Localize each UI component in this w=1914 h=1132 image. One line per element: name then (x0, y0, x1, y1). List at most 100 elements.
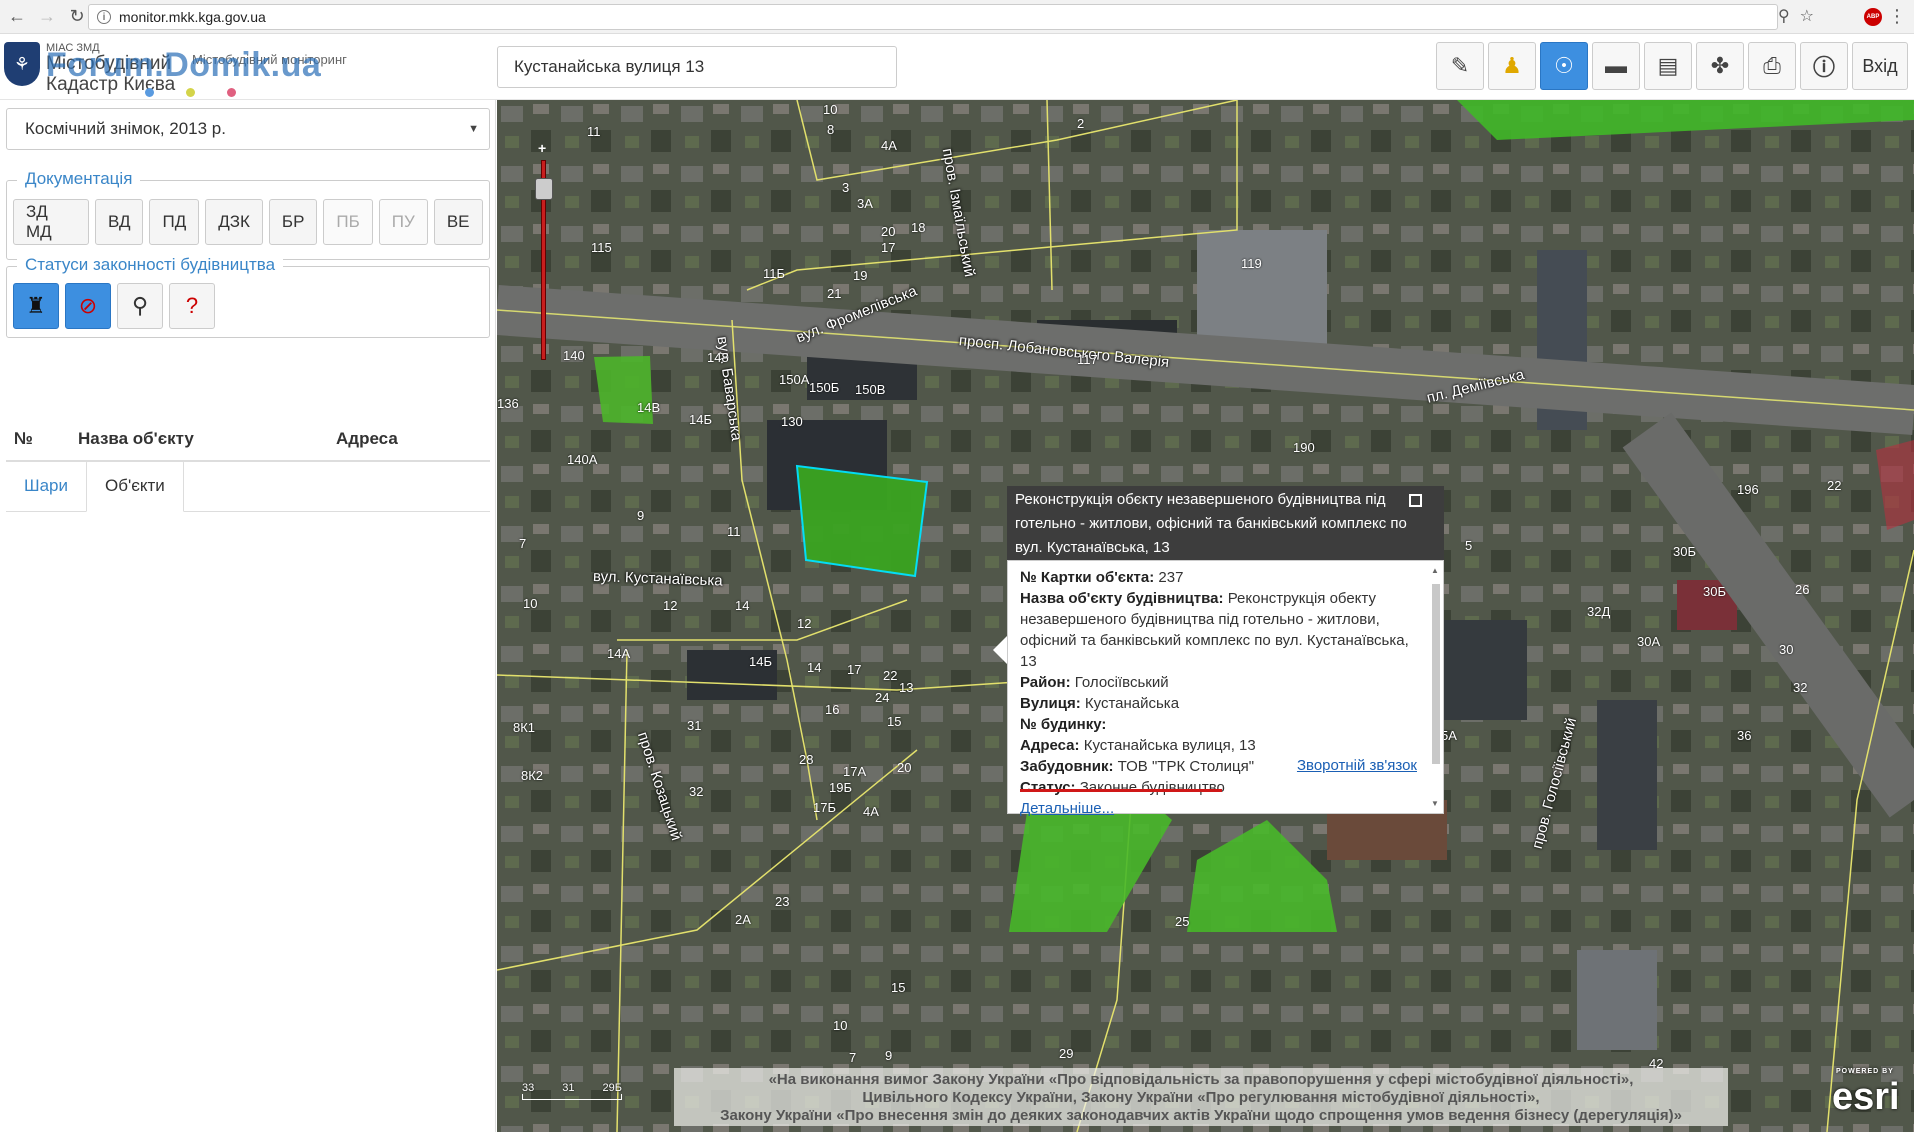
building-label: 9 (885, 1048, 893, 1063)
doc-button-br[interactable]: БР (268, 199, 318, 245)
measure-icon[interactable]: ▬ (1592, 42, 1640, 90)
field-label: № будинку: (1020, 716, 1107, 733)
layers-icon[interactable]: ▤ (1644, 42, 1692, 90)
building-label: 7 (519, 536, 527, 551)
doc-button-pb[interactable]: ПБ (323, 199, 373, 245)
locate-icon[interactable]: ✤ (1696, 42, 1744, 90)
building-label: 150А (779, 372, 810, 387)
building-label: 17А (843, 764, 867, 779)
details-link[interactable]: Детальніше... (1020, 800, 1114, 817)
building-label: 130 (781, 414, 803, 429)
building-label: 22 (1827, 478, 1842, 493)
maximize-icon[interactable] (1409, 494, 1422, 507)
building-label: 20 (881, 224, 896, 239)
building-label: 30Б (1703, 584, 1726, 599)
column-number[interactable]: № (6, 429, 78, 449)
scale-label: 31 (562, 1082, 575, 1094)
zoom-icon[interactable]: ⚲ (1778, 6, 1790, 26)
star-icon[interactable]: ☆ (1800, 6, 1814, 26)
zoom-in-icon[interactable]: + (538, 140, 546, 156)
scale-label: 33 (522, 1082, 535, 1094)
address-bar[interactable]: i monitor.mkk.kga.gov.ua (88, 4, 1778, 30)
popup-body: № Картки об'єкта: 237 Назва об'єкту буді… (1007, 560, 1444, 817)
logo-dots (145, 88, 236, 97)
scroll-up-icon[interactable]: ▲ (1431, 566, 1439, 575)
map-toolbar: ✎ ♟ ☉ ▬ ▤ ✤ ⎙ ⓘ Вхід (1436, 38, 1914, 94)
url-text: monitor.mkk.kga.gov.ua (119, 9, 266, 25)
unknown-status-icon[interactable]: ? (169, 283, 215, 329)
login-button[interactable]: Вхід (1852, 42, 1908, 90)
building-label: 10 (833, 1018, 848, 1033)
column-address[interactable]: Адреса (336, 429, 486, 449)
legal-construction-icon[interactable]: ♜ (13, 283, 59, 329)
print-icon[interactable]: ⎙ (1748, 42, 1796, 90)
doc-button-pu[interactable]: ПУ (378, 199, 428, 245)
building-label: 19Б (829, 780, 852, 795)
building-label: 117 (1077, 352, 1098, 367)
edit-icon[interactable]: ✎ (1436, 42, 1484, 90)
adblock-icon[interactable]: ABP (1864, 8, 1882, 26)
search-input[interactable] (497, 46, 897, 88)
field-label: Район: (1020, 674, 1071, 691)
building-label: 2 (1077, 116, 1085, 131)
building-label: 30Б (1673, 544, 1696, 559)
search-icon[interactable]: ⚲ (117, 283, 163, 329)
doc-button-pd[interactable]: ПД (149, 199, 200, 245)
doc-button-zdmd[interactable]: ЗД МД (13, 199, 89, 245)
scroll-down-icon[interactable]: ▼ (1431, 799, 1439, 808)
scale-bar: 33 31 29Б (522, 1082, 622, 1100)
doc-button-ve[interactable]: ВЕ (433, 199, 483, 245)
popup-scrollbar[interactable]: ▲ ▼ (1431, 564, 1441, 808)
building-label: 15 (891, 980, 906, 995)
column-name[interactable]: Назва об'єкту (78, 429, 336, 449)
status-legend: Статуси законності будівництва (17, 255, 284, 275)
info-circle-icon[interactable]: ⓘ (1800, 42, 1848, 90)
field-label: Вулиця: (1020, 695, 1081, 712)
building-label: 16 (825, 702, 840, 717)
status-value: Законне будівництво (1079, 779, 1225, 796)
building-label: 32 (689, 784, 704, 799)
doc-button-dzk[interactable]: ДЗК (205, 199, 263, 245)
forward-icon[interactable]: → (34, 4, 60, 30)
tab-objects[interactable]: Об'єкти (86, 460, 184, 512)
building-label: 3 (842, 180, 850, 195)
reload-icon[interactable]: ↻ (64, 4, 90, 30)
field-label: Забудовник: (1020, 758, 1114, 775)
building-label: 8К1 (513, 720, 536, 735)
identify-icon[interactable]: ☉ (1540, 42, 1588, 90)
building-label: 14 (735, 598, 750, 613)
building-label: 148 (707, 350, 729, 365)
info-icon[interactable]: i (97, 10, 111, 24)
building-label: 5 (1465, 538, 1473, 553)
legality-status-group: Статуси законності будівництва ♜ ⊘ ⚲ ? (6, 255, 490, 338)
browser-menu-icon[interactable]: ⋮ (1888, 6, 1906, 27)
basemap-select[interactable]: Космічний знімок, 2013 р. ▼ (6, 108, 490, 150)
building-label: 119 (1241, 256, 1262, 271)
esri-powered-by: POWERED BY (1836, 1068, 1894, 1075)
building-label: 4А (881, 138, 897, 153)
street-view-icon[interactable]: ♟ (1488, 42, 1536, 90)
illegal-construction-icon[interactable]: ⊘ (65, 283, 111, 329)
building-label: 26 (1795, 582, 1810, 597)
building-label: 21 (827, 286, 842, 301)
doc-button-vd[interactable]: ВД (95, 199, 144, 245)
legal-notice: «На виконання вимог Закону України «Про … (674, 1068, 1728, 1126)
documentation-legend: Документація (17, 169, 141, 189)
field-value: ТОВ "ТРК Столиця" (1117, 758, 1255, 775)
zoom-handle[interactable] (535, 178, 553, 200)
esri-logo[interactable]: POWERED BY esri (1832, 1068, 1900, 1119)
field-value: 237 (1158, 569, 1184, 586)
chevron-down-icon: ▼ (468, 123, 479, 135)
building-label: 36 (1737, 728, 1752, 743)
tab-layers[interactable]: Шари (6, 460, 86, 512)
watermark: Forum.Domik.ua (46, 46, 322, 84)
popup-title: Реконструкція обєкту незавершеного будів… (1007, 486, 1444, 560)
field-value: Кустанайська (1084, 695, 1180, 712)
field-label: Адреса: (1020, 737, 1080, 754)
building-label: 25 (1175, 914, 1190, 929)
back-icon[interactable]: ← (4, 4, 30, 30)
feedback-link[interactable]: Зворотній зв'язок (1297, 755, 1417, 776)
building-label: 14Б (689, 412, 712, 427)
zoom-slider[interactable]: + (535, 140, 553, 370)
building-label: 8 (827, 122, 835, 137)
